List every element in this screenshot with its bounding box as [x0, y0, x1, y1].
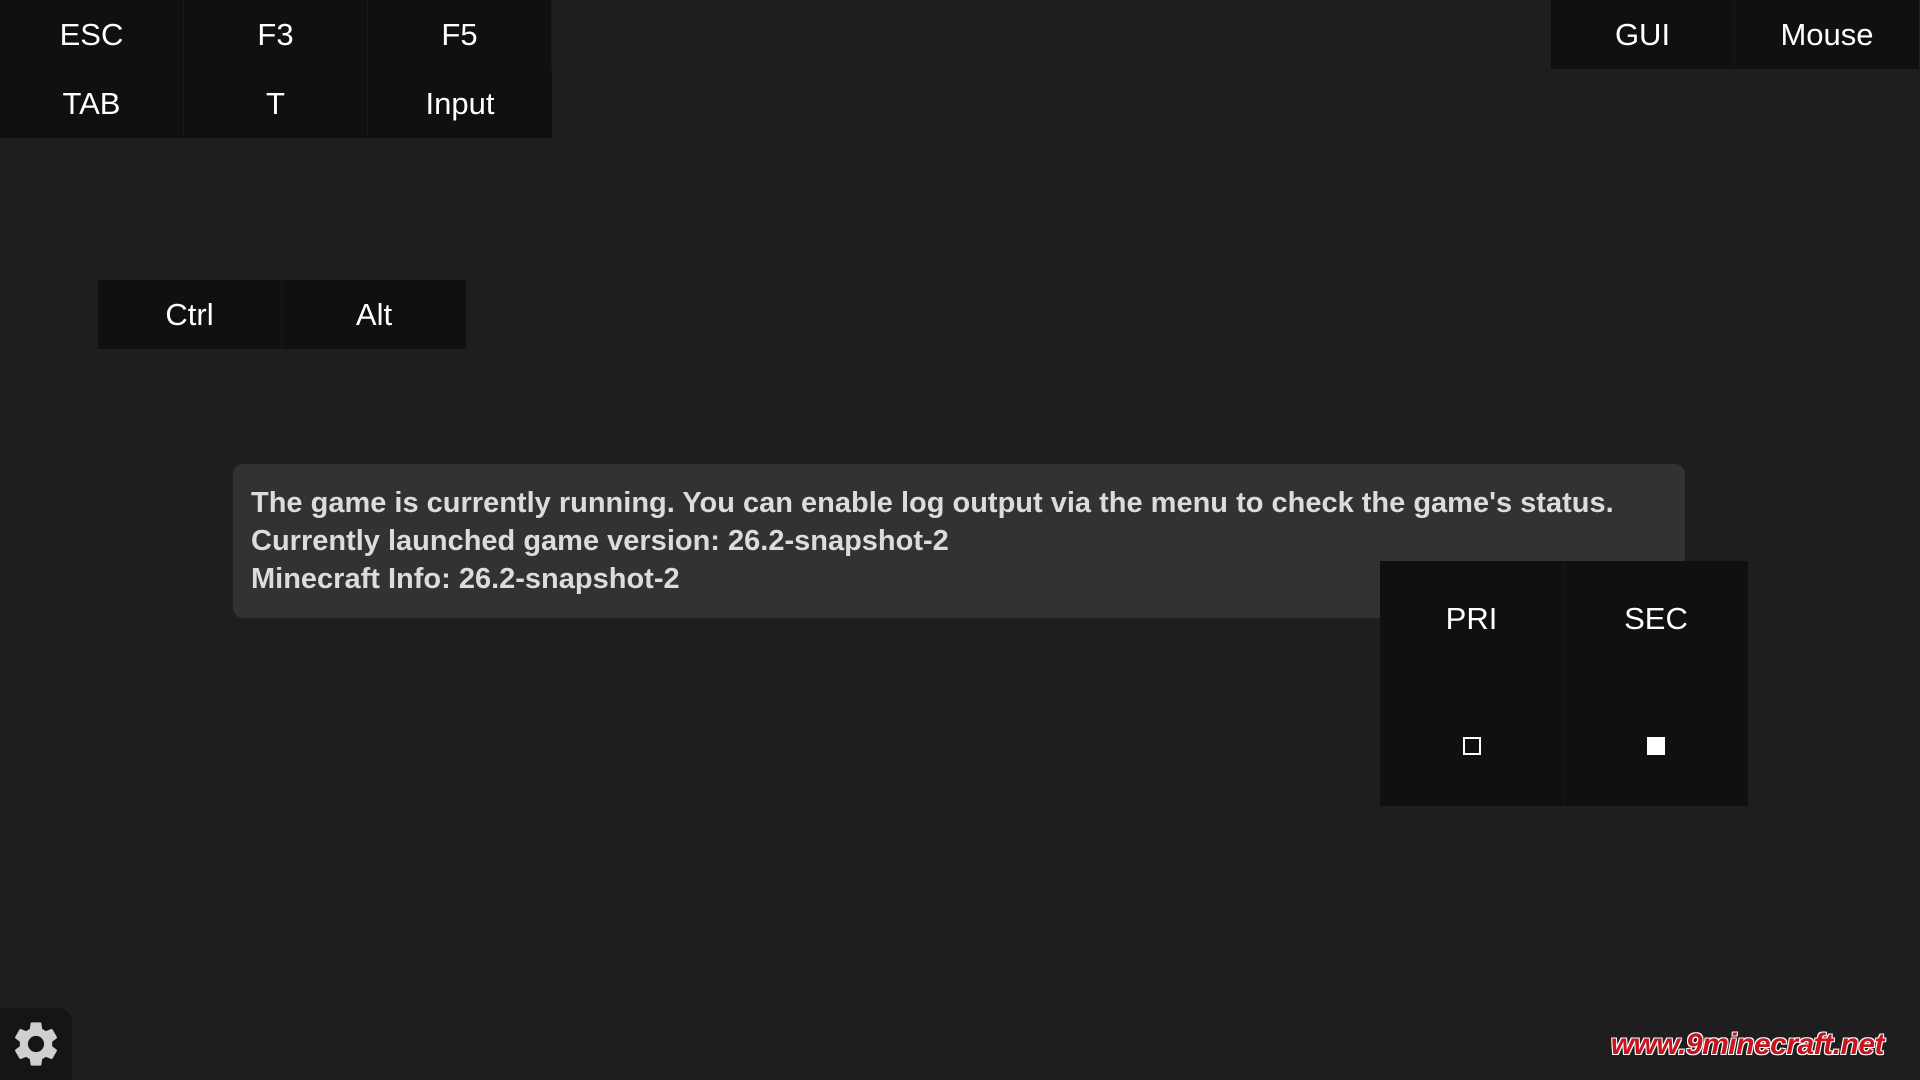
secondary-mouse-button[interactable]: SEC — [1564, 561, 1748, 806]
game-screen: ESC F3 F5 TAB T Input GUI Mouse Ctrl Alt… — [0, 0, 1920, 1080]
gui-key[interactable]: GUI — [1551, 0, 1735, 69]
primary-button-label: PRI — [1445, 601, 1498, 636]
tab-key[interactable]: TAB — [0, 69, 184, 138]
top-left-key-panel: ESC F3 F5 TAB T Input — [0, 0, 552, 138]
modifier-key-panel: Ctrl Alt — [98, 280, 466, 349]
top-right-key-panel: GUI Mouse — [1551, 0, 1919, 69]
gear-icon — [14, 1022, 58, 1066]
mouse-button-panel: PRI SEC — [1380, 561, 1748, 806]
status-line-running: The game is currently running. You can e… — [251, 487, 1614, 519]
input-key[interactable]: Input — [368, 69, 552, 138]
settings-button[interactable] — [0, 1008, 72, 1080]
watermark: www.9minecraft.net — [1610, 1028, 1885, 1061]
mouse-key[interactable]: Mouse — [1735, 0, 1919, 69]
ctrl-key[interactable]: Ctrl — [98, 280, 282, 349]
primary-mouse-button[interactable]: PRI — [1380, 561, 1564, 806]
empty-square-icon — [1462, 737, 1481, 755]
alt-key[interactable]: Alt — [282, 280, 466, 349]
esc-key[interactable]: ESC — [0, 0, 184, 69]
filled-square-icon — [1647, 737, 1665, 755]
f3-key[interactable]: F3 — [184, 0, 368, 69]
t-key[interactable]: T — [184, 69, 368, 138]
secondary-button-label: SEC — [1624, 601, 1688, 636]
status-line-version: Currently launched game version: 26.2-sn… — [251, 525, 949, 557]
f5-key[interactable]: F5 — [368, 0, 552, 69]
